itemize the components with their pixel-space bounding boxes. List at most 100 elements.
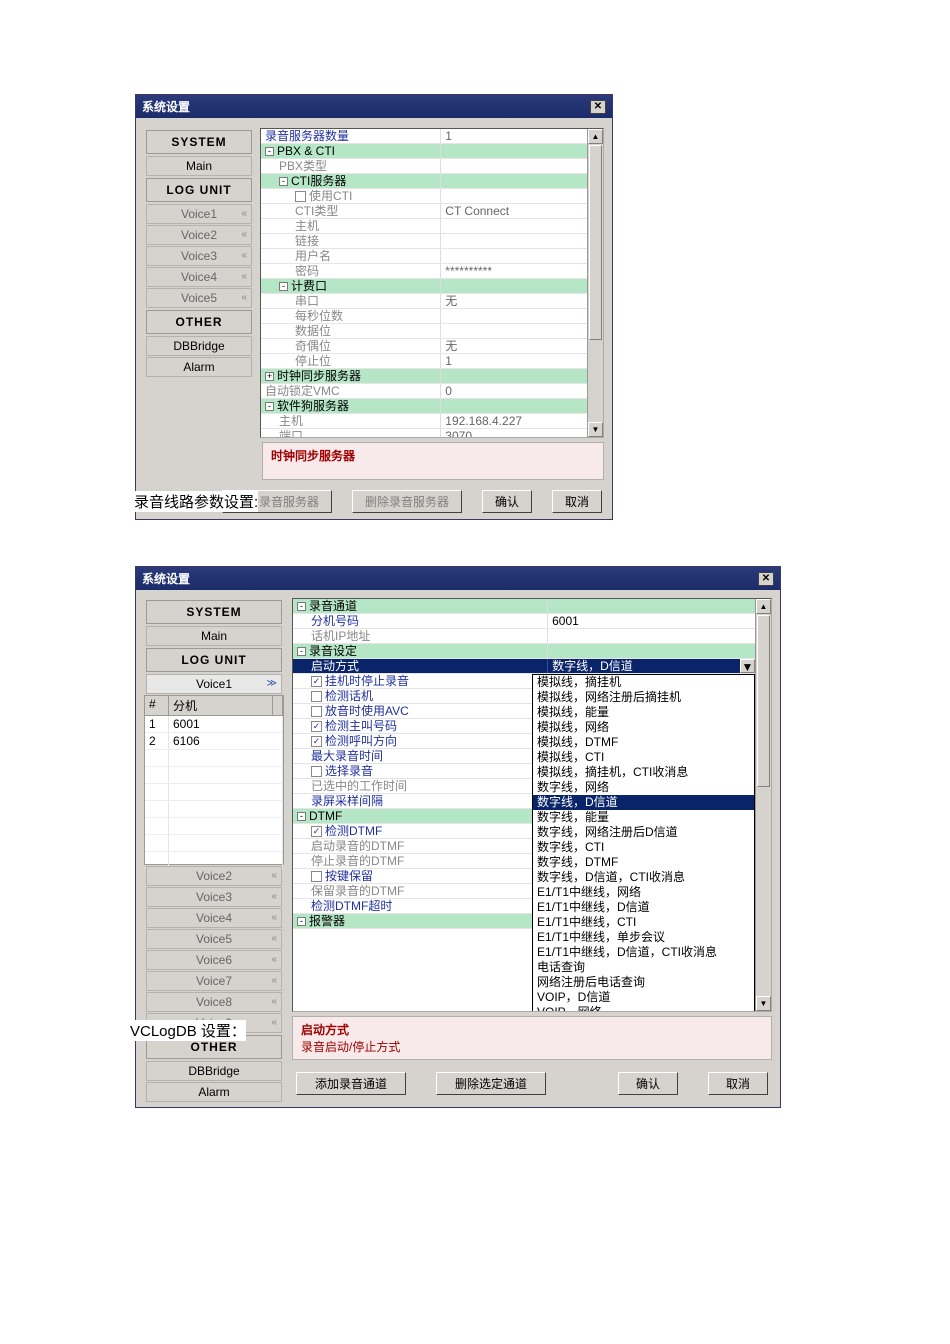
dropdown-option[interactable]: 数字线，网络注册后D信道 — [533, 825, 754, 840]
sidebar-item-voice5[interactable]: Voice5« — [146, 288, 252, 308]
sidebar-item-voice3[interactable]: Voice3« — [146, 246, 252, 266]
dropdown-arrow-icon[interactable]: ▼ — [740, 659, 755, 673]
pbx-cti-group: PBX & CTI — [277, 144, 335, 158]
expander-icon[interactable]: - — [265, 402, 274, 411]
vertical-scrollbar[interactable]: ▲ ▼ — [755, 599, 771, 1011]
stopbits-value[interactable]: 1 — [440, 354, 587, 368]
detect-phone-checkbox[interactable] — [311, 691, 322, 702]
scroll-down-icon[interactable]: ▼ — [756, 996, 771, 1011]
add-channel-button[interactable]: 添加录音通道 — [296, 1072, 406, 1095]
port-label: 串口 — [261, 294, 440, 308]
close-icon[interactable]: ✕ — [758, 572, 774, 586]
start-mode-dropdown[interactable]: 模拟线，摘挂机模拟线，网络注册后摘挂机模拟线，能量模拟线，网络模拟线，DTMF模… — [532, 674, 755, 1012]
dropdown-option[interactable]: E1/T1中继线，CTI — [533, 915, 754, 930]
parity-value[interactable]: 无 — [440, 339, 587, 353]
pbx-type-label[interactable]: PBX类型 — [261, 159, 440, 173]
expander-icon[interactable]: + — [265, 372, 274, 381]
dropdown-option[interactable]: 模拟线，网络注册后摘挂机 — [533, 690, 754, 705]
expander-icon[interactable]: - — [297, 917, 306, 926]
dropdown-option[interactable]: E1/T1中继线，单步会议 — [533, 930, 754, 945]
tree-panel: 录音服务器数量1 -PBX & CTI PBX类型 -CTI服务器 使用CTI … — [260, 128, 604, 438]
sidebar-item-main[interactable]: Main — [146, 626, 282, 646]
sidebar-item-dbbridge[interactable]: DBBridge — [146, 1061, 282, 1081]
dropdown-option[interactable]: 网络注册后电话查询 — [533, 975, 754, 990]
vertical-scrollbar[interactable]: ▲ ▼ — [587, 129, 603, 437]
sidebar-item-voice1[interactable]: Voice1« — [146, 204, 252, 224]
table-row[interactable]: 16001 — [145, 716, 283, 733]
sidebar-item-voice6[interactable]: Voice6« — [146, 950, 282, 970]
cti-server-group: CTI服务器 — [291, 174, 346, 188]
detect-caller-checkbox[interactable]: ✓ — [311, 721, 322, 732]
scroll-up-icon[interactable]: ▲ — [588, 129, 603, 144]
expander-icon[interactable]: - — [297, 602, 306, 611]
sidebar-cat-system: SYSTEM — [146, 600, 282, 624]
expander-icon[interactable]: - — [279, 177, 288, 186]
close-icon[interactable]: ✕ — [590, 100, 606, 114]
sidebar-item-voice8[interactable]: Voice8« — [146, 992, 282, 1012]
dropdown-option[interactable]: VOIP，网络 — [533, 1005, 754, 1012]
auto-lock-value[interactable]: 0 — [440, 384, 587, 398]
sidebar-item-voice2[interactable]: Voice2« — [146, 866, 282, 886]
sidebar-item-voice5[interactable]: Voice5« — [146, 929, 282, 949]
sidebar-item-voice4[interactable]: Voice4« — [146, 908, 282, 928]
dropdown-option[interactable]: 数字线，DTMF — [533, 855, 754, 870]
ok-button[interactable]: 确认 — [482, 490, 532, 513]
stop-on-hang-checkbox[interactable]: ✓ — [311, 676, 322, 687]
sidebar-item-voice2[interactable]: Voice2« — [146, 225, 252, 245]
dropdown-option[interactable]: 模拟线，摘挂机，CTI收消息 — [533, 765, 754, 780]
soft-port-value[interactable]: 3070 — [440, 429, 587, 437]
sidebar-item-voice7[interactable]: Voice7« — [146, 971, 282, 991]
dropdown-option[interactable]: 数字线，能量 — [533, 810, 754, 825]
dropdown-option[interactable]: 电话查询 — [533, 960, 754, 975]
sidebar-item-voice4[interactable]: Voice4« — [146, 267, 252, 287]
ext-no-value[interactable]: 6001 — [547, 614, 755, 628]
start-mode-label[interactable]: 启动方式 — [293, 659, 547, 673]
pass-value[interactable]: ********** — [440, 264, 587, 278]
dropdown-option[interactable]: E1/T1中继线，网络 — [533, 885, 754, 900]
scroll-down-icon[interactable]: ▼ — [588, 422, 603, 437]
window-title: 系统设置 — [142, 570, 190, 587]
dropdown-option[interactable]: 数字线，CTI — [533, 840, 754, 855]
del-channel-button[interactable]: 删除选定通道 — [436, 1072, 546, 1095]
use-avc-checkbox[interactable] — [311, 706, 322, 717]
expander-icon[interactable]: - — [279, 282, 288, 291]
dropdown-option[interactable]: E1/T1中继线，D信道，CTI收消息 — [533, 945, 754, 960]
detect-dtmf-checkbox[interactable]: ✓ — [311, 826, 322, 837]
rec-server-count-value[interactable]: 1 — [440, 129, 587, 143]
cti-type-value[interactable]: CT Connect — [440, 204, 587, 218]
sidebar-item-main[interactable]: Main — [146, 156, 252, 176]
table-row[interactable]: 26106 — [145, 733, 283, 750]
use-cti-checkbox[interactable] — [295, 191, 306, 202]
dropdown-option[interactable]: 模拟线，摘挂机 — [533, 675, 754, 690]
expander-icon[interactable]: - — [265, 147, 274, 156]
port-value[interactable]: 无 — [440, 294, 587, 308]
cancel-button[interactable]: 取消 — [552, 490, 602, 513]
sidebar-item-dbbridge[interactable]: DBBridge — [146, 336, 252, 356]
dropdown-option[interactable]: 数字线，D信道，CTI收消息 — [533, 870, 754, 885]
dropdown-option[interactable]: 模拟线，网络 — [533, 720, 754, 735]
dropdown-option[interactable]: 模拟线，DTMF — [533, 735, 754, 750]
cancel-button[interactable]: 取消 — [708, 1072, 768, 1095]
expander-icon[interactable]: - — [297, 812, 306, 821]
sidebar-item-voice1[interactable]: Voice1≫ — [146, 674, 282, 694]
sidebar-item-alarm[interactable]: Alarm — [146, 1082, 282, 1102]
dropdown-option[interactable]: 数字线，D信道 — [533, 795, 754, 810]
detect-dir-checkbox[interactable]: ✓ — [311, 736, 322, 747]
expander-icon[interactable]: - — [297, 647, 306, 656]
extension-grid[interactable]: # 分机 16001 26106 — [144, 695, 284, 865]
ok-button[interactable]: 确认 — [618, 1072, 678, 1095]
dropdown-option[interactable]: E1/T1中继线，D信道 — [533, 900, 754, 915]
dropdown-option[interactable]: 模拟线，CTI — [533, 750, 754, 765]
sidebar-item-voice3[interactable]: Voice3« — [146, 887, 282, 907]
dropdown-option[interactable]: 数字线，网络 — [533, 780, 754, 795]
del-server-button[interactable]: 删除录音服务器 — [352, 490, 462, 513]
select-rec-checkbox[interactable] — [311, 766, 322, 777]
host-label: 主机 — [261, 219, 440, 233]
scroll-up-icon[interactable]: ▲ — [756, 599, 771, 614]
dropdown-option[interactable]: VOIP，D信道 — [533, 990, 754, 1005]
sidebar: SYSTEM Main LOG UNIT Voice1« Voice2« Voi… — [144, 128, 254, 438]
key-hold-checkbox[interactable] — [311, 871, 322, 882]
soft-host-value[interactable]: 192.168.4.227 — [440, 414, 587, 428]
sidebar-item-alarm[interactable]: Alarm — [146, 357, 252, 377]
dropdown-option[interactable]: 模拟线，能量 — [533, 705, 754, 720]
